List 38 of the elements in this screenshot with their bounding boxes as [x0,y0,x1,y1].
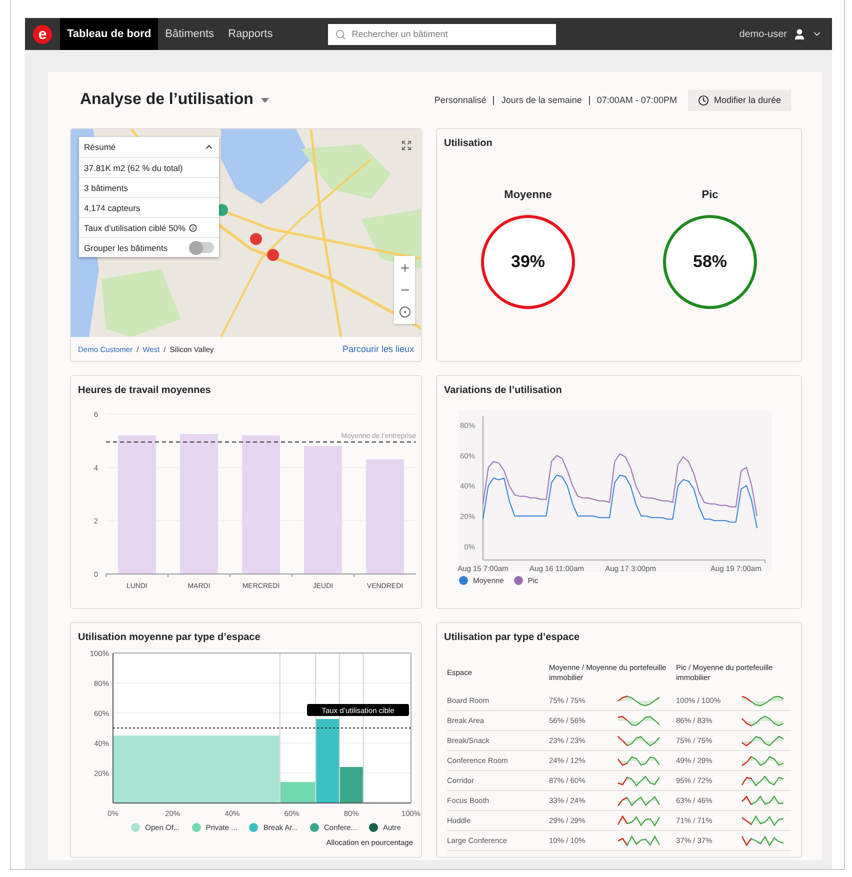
filter-label: Jours de la semaine [493,96,589,104]
user-icon[interactable] [793,28,806,40]
nav-tab[interactable]: Rapports [221,18,280,50]
summary-text: 4,174 capteurs [84,202,140,212]
expand-icon[interactable] [401,140,412,151]
gauge-value: 58% [692,252,728,272]
logo[interactable]: e [33,24,52,44]
filter-label: Personnalisé [433,96,488,104]
toggle-label: Grouper les bâtiments [84,242,168,252]
map-marker[interactable] [250,233,262,245]
summary-title: Résumé [84,142,116,152]
page-title: Analyse de l’utilisation [80,91,254,109]
search-field[interactable]: Rechercher un bâtiment [328,24,556,44]
nav-tab[interactable]: Tableau de bord [60,18,158,50]
panel-title: Utilisation moyenne par type d’espace [77,631,262,643]
clock-icon [698,94,709,106]
summary-text: 3 bâtiments [84,182,128,192]
panel-title: Variations de l’utilisation [443,384,563,396]
nav-tab[interactable]: Bâtiments [158,18,222,50]
summary-text: 37.81K m2 (62 % du total) [84,162,183,172]
change-duration-button[interactable]: Modifier la durée [688,90,791,110]
gauge-value: 39% [510,252,546,272]
search-icon [334,28,346,40]
gauge-label: Pic [702,189,718,201]
user-name[interactable]: demo-user [739,28,787,40]
summary-text: Taux d’utilisation ciblé 50% [84,222,186,232]
panel-title: Heures de travail moyennes [77,384,212,396]
circle-dot-icon [398,306,410,318]
panel-title: Utilisation [443,137,494,149]
browse-link[interactable]: Parcourir les lieux [342,344,414,354]
plus-icon [398,262,410,274]
filter-label: 07:00AM - 07:00PM [588,96,684,104]
info-icon[interactable] [188,224,197,232]
gauge-label: Moyenne [504,189,552,201]
caret-icon[interactable] [261,98,270,102]
toggle-switch[interactable] [190,242,214,253]
panel-title: Utilisation par type d’espace [443,631,581,643]
map-marker[interactable] [267,249,279,261]
